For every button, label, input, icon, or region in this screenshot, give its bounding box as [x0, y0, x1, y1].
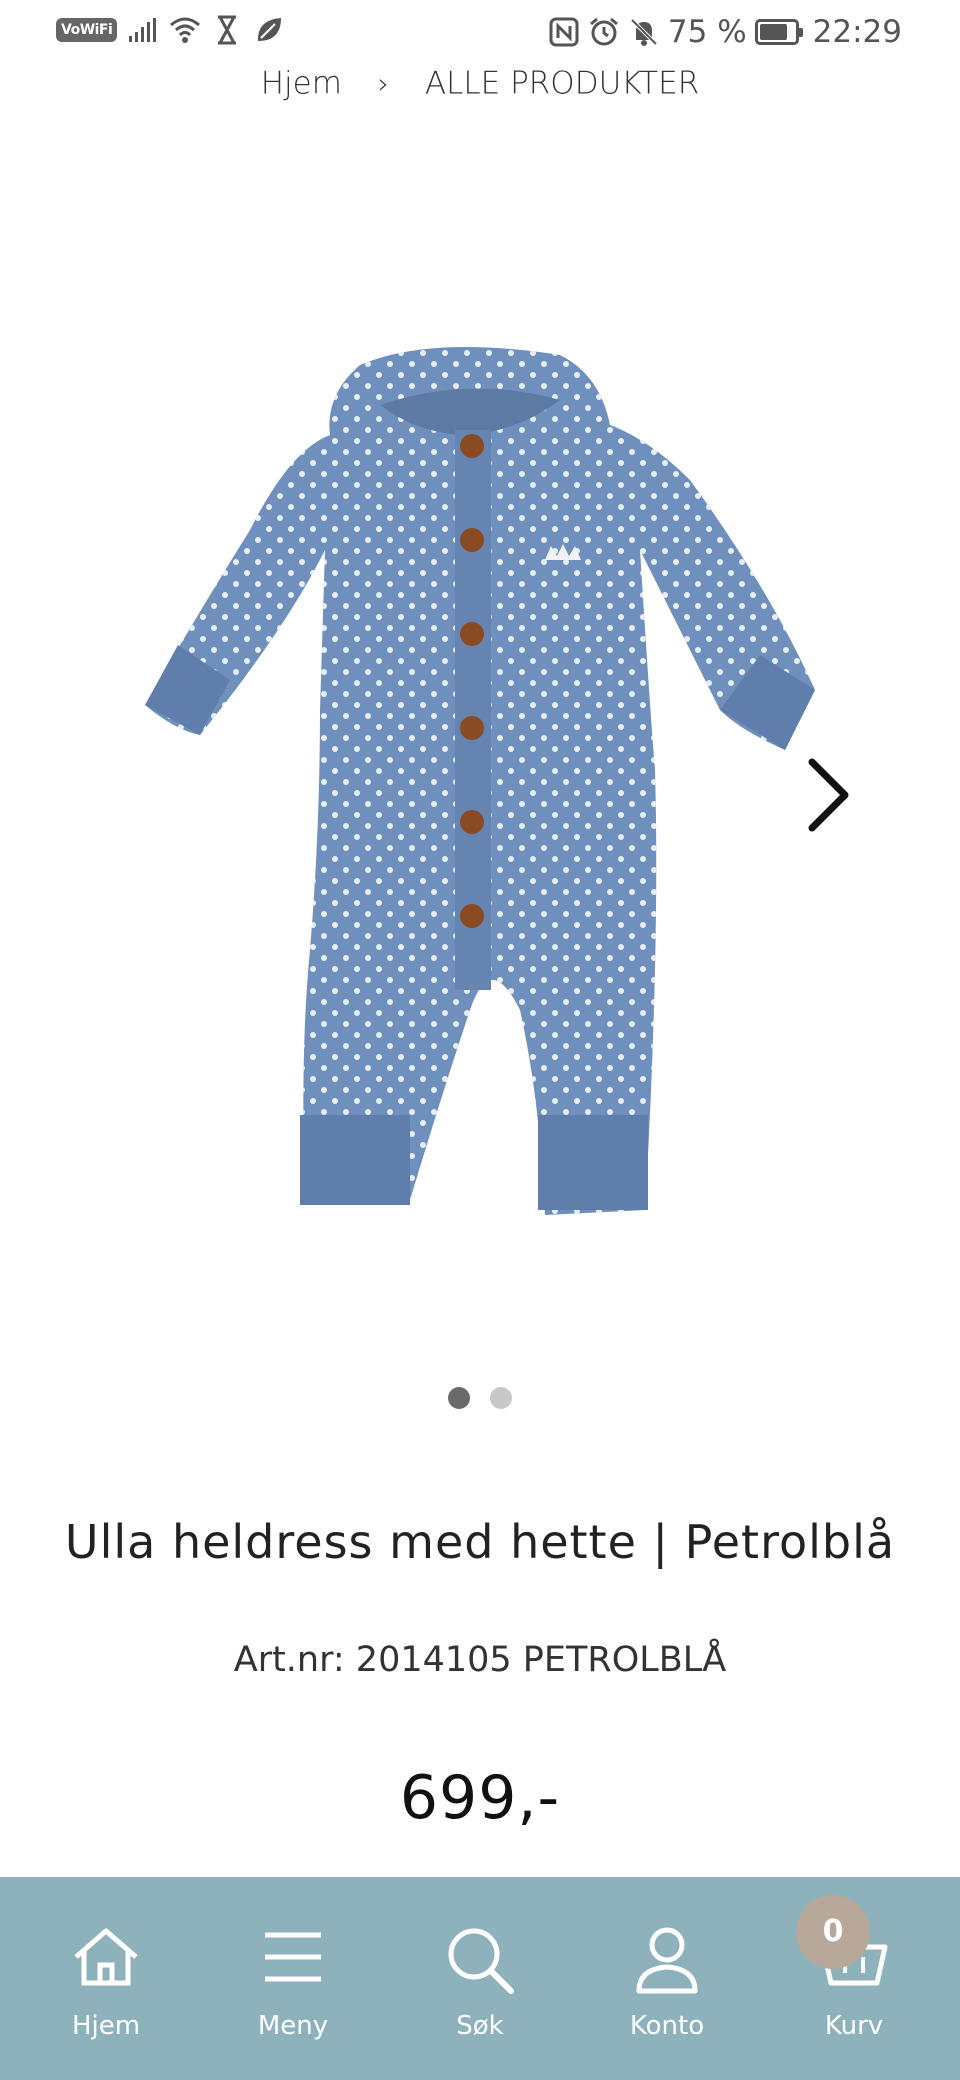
product-image[interactable] [0, 150, 960, 1300]
nav-label-account: Konto [629, 2011, 705, 2041]
right-ankle-cuff [538, 1115, 648, 1210]
nav-item-search[interactable]: Søk [385, 1877, 575, 2080]
alarm-icon [589, 17, 618, 46]
wifi-icon [170, 17, 201, 43]
clock: 22:29 [812, 14, 902, 50]
nav-label-menu: Meny [257, 2011, 329, 2041]
carousel-dot-2[interactable] [490, 1387, 512, 1409]
bell-off-icon [630, 18, 658, 46]
hourglass-icon [218, 15, 237, 45]
nav-label-home: Hjem [71, 2011, 141, 2041]
nav-label-basket: Kurv [824, 2011, 884, 2041]
left-ankle-cuff [300, 1115, 410, 1205]
nav-label-search: Søk [456, 2011, 504, 2041]
product-art-number: Art.nr: 2014105 PETROLBLÅ [233, 1640, 727, 1680]
product-title: Ulla heldress med hette | Petrolblå [64, 1515, 896, 1569]
leaf-icon [258, 18, 282, 41]
breadcrumb-home-link[interactable]: Hjem [261, 66, 342, 102]
menu-icon [265, 1932, 321, 1982]
image-carousel-dots [0, 1387, 960, 1409]
product-price: 699,- [399, 1763, 561, 1833]
nav-item-menu[interactable]: Meny [198, 1877, 388, 2080]
nav-item-account[interactable]: Konto [572, 1877, 762, 2080]
battery-icon [754, 19, 803, 45]
vowifi-indicator: VoWiFi [56, 18, 118, 42]
breadcrumb-current[interactable]: ALLE PRODUKTER [425, 66, 699, 102]
status-bar-left: VoWiFi [56, 14, 285, 46]
carousel-dot-1[interactable] [448, 1387, 470, 1409]
nfc-icon [549, 17, 579, 47]
signal-icon [129, 18, 157, 42]
cart-count-badge[interactable]: 0 [796, 1895, 870, 1969]
next-image-arrow[interactable] [800, 750, 860, 840]
status-bar: VoWiFi 75 % 22:29 [0, 0, 960, 66]
user-icon [636, 1927, 698, 1994]
home-icon [74, 1928, 138, 1986]
breadcrumb: Hjem › ALLE PRODUKTER [0, 64, 960, 102]
breadcrumb-separator: › [377, 67, 390, 100]
nav-item-home[interactable]: Hjem [11, 1877, 201, 2080]
battery-percent: 75 % [667, 14, 747, 50]
search-icon [448, 1928, 514, 1994]
status-bar-right: 75 % 22:29 [548, 14, 902, 50]
